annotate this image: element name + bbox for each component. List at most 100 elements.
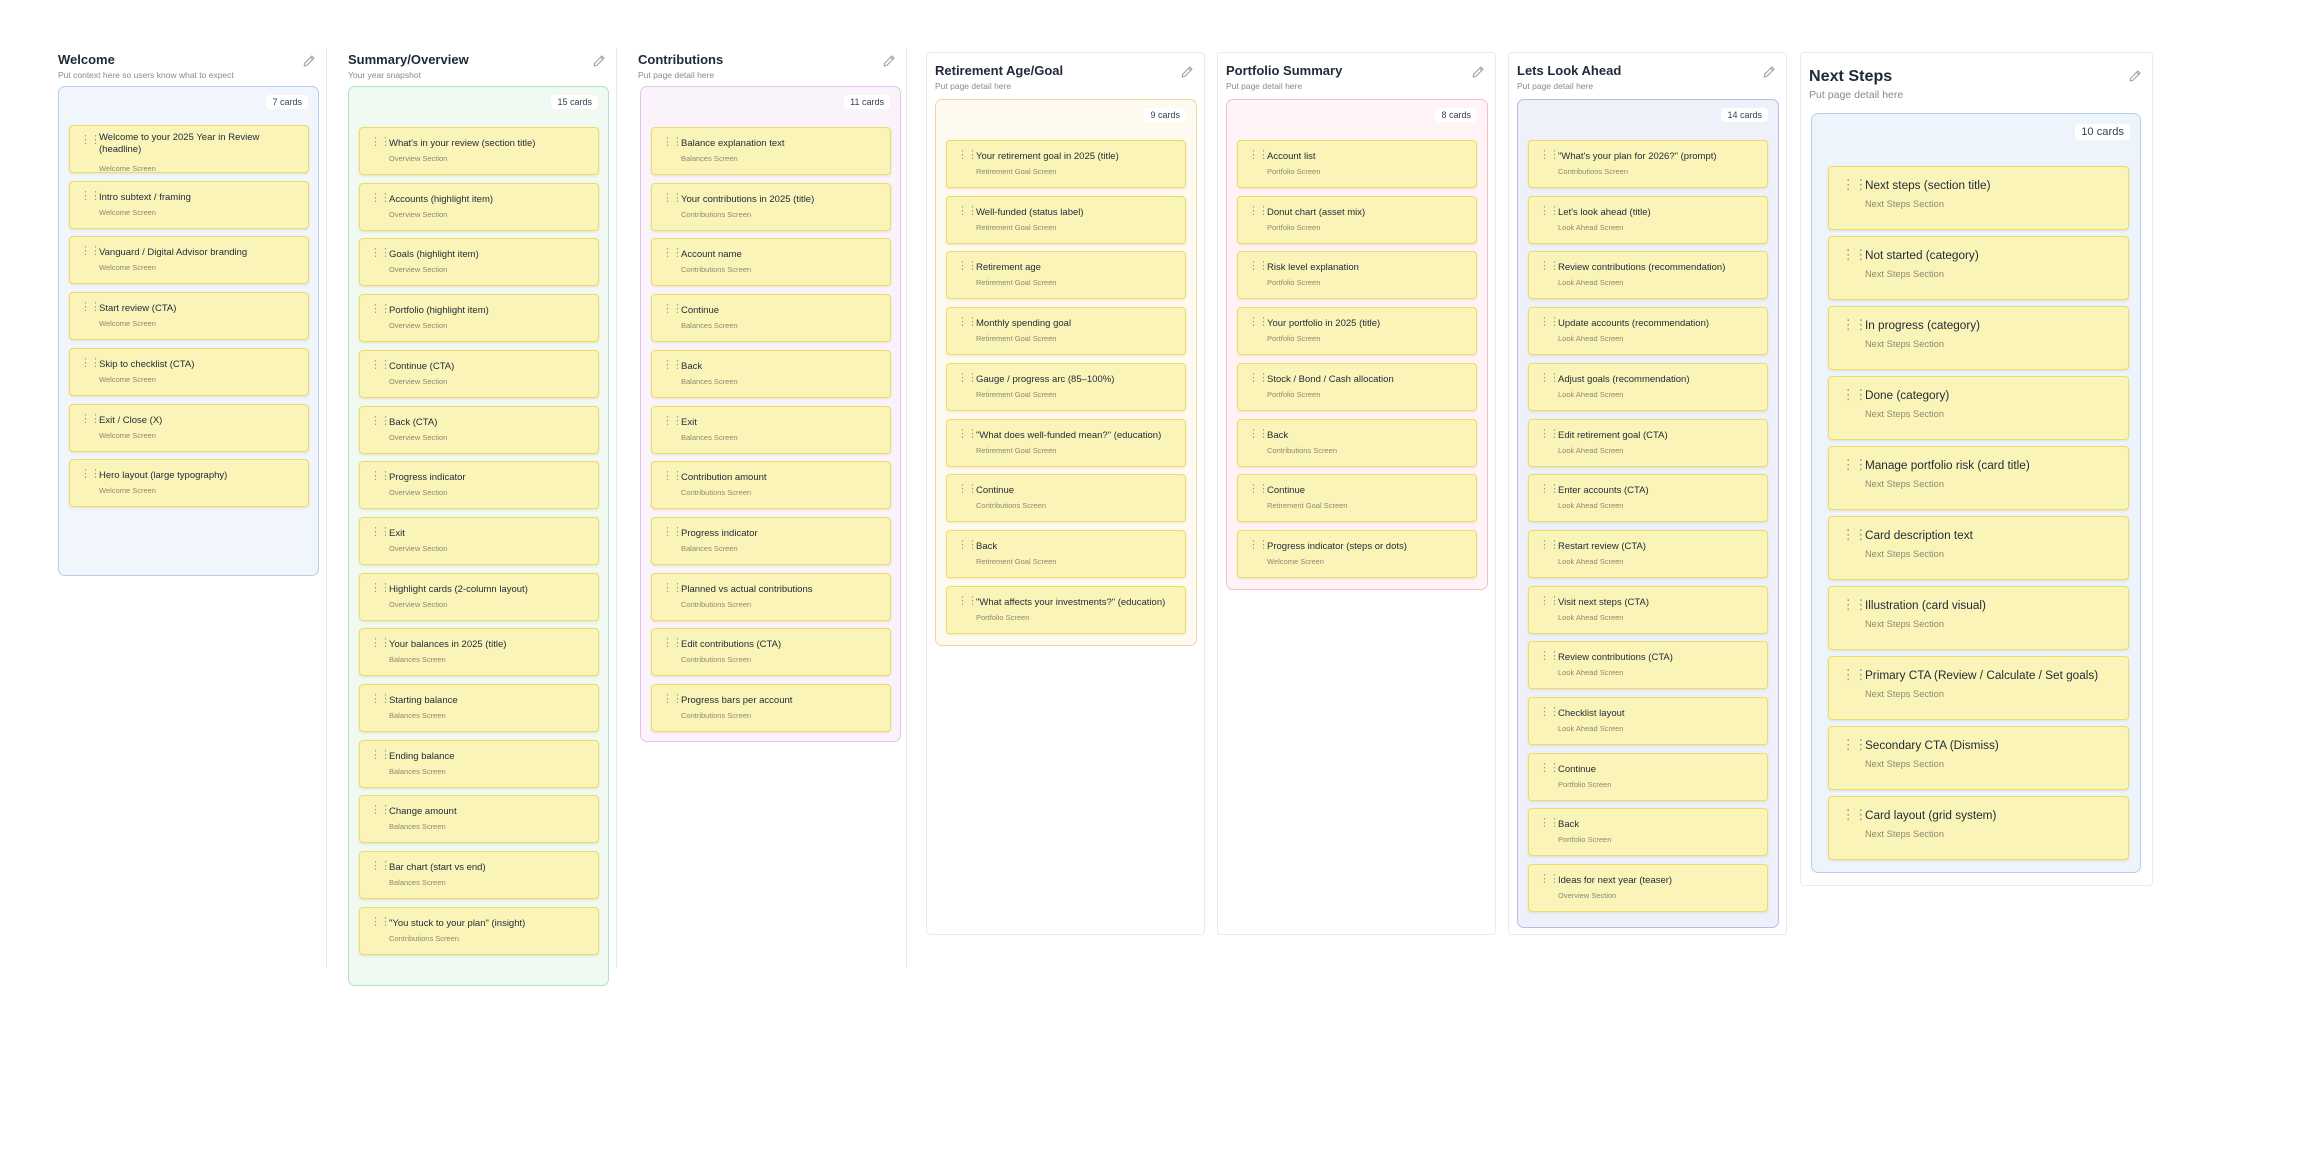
drag-handle-icon[interactable]: ⋮⋮ [957, 539, 978, 551]
drag-handle-icon[interactable]: ⋮⋮ [370, 471, 391, 482]
pencil-icon[interactable] [1762, 65, 1776, 79]
card[interactable]: ⋮⋮ Goals (highlight item) Overview Section [359, 238, 599, 287]
card[interactable]: ⋮⋮ Bar chart (start vs end) Balances Scree… [359, 851, 599, 900]
drag-handle-icon[interactable]: ⋮⋮ [370, 526, 391, 538]
drag-handle-icon[interactable]: ⋮⋮ [662, 359, 683, 371]
card[interactable]: ⋮⋮ "What's your plan for 2026?" (prompt) C… [1528, 140, 1768, 188]
card[interactable]: ⋮⋮ "What affects your investments?" (educ… [946, 585, 1186, 634]
drag-handle-icon[interactable]: ⋮⋮ [662, 582, 683, 594]
card[interactable]: ⋮⋮ Continue Balances Screen [651, 294, 891, 343]
card[interactable]: ⋮⋮ Donut chart (asset mix) Portfolio Scree… [1237, 195, 1477, 244]
card[interactable]: ⋮⋮ Your balances in 2025 (title) Balances … [359, 628, 599, 677]
card[interactable]: ⋮⋮ What's in your review (section title) O… [359, 127, 599, 175]
drag-handle-icon[interactable]: ⋮⋮ [80, 190, 101, 202]
card[interactable]: ⋮⋮ Continue (CTA) Overview Section [359, 349, 599, 398]
drag-handle-icon[interactable]: ⋮⋮ [1539, 874, 1560, 885]
drag-handle-icon[interactable]: ⋮⋮ [370, 415, 391, 427]
drag-handle-icon[interactable]: ⋮⋮ [370, 359, 391, 371]
drag-handle-icon[interactable]: ⋮⋮ [1841, 668, 1867, 682]
drag-handle-icon[interactable]: ⋮⋮ [80, 135, 101, 146]
drag-handle-icon[interactable]: ⋮⋮ [1539, 372, 1560, 384]
card[interactable]: ⋮⋮ Welcome to your 2025 Year in Review (h… [69, 125, 309, 173]
card[interactable]: ⋮⋮ Accounts (highlight item) Overview Sect… [359, 182, 599, 231]
drag-handle-icon[interactable]: ⋮⋮ [370, 582, 391, 594]
card[interactable]: ⋮⋮ Progress bars per account Contributions… [651, 684, 891, 732]
drag-handle-icon[interactable]: ⋮⋮ [1841, 598, 1867, 612]
drag-handle-icon[interactable]: ⋮⋮ [957, 484, 978, 495]
drag-handle-icon[interactable]: ⋮⋮ [1539, 317, 1560, 328]
drag-handle-icon[interactable]: ⋮⋮ [957, 150, 978, 161]
card[interactable]: ⋮⋮ Retirement age Retirement Goal Screen [946, 251, 1186, 300]
drag-handle-icon[interactable]: ⋮⋮ [1539, 484, 1560, 495]
drag-handle-icon[interactable]: ⋮⋮ [1841, 458, 1867, 472]
drag-handle-icon[interactable]: ⋮⋮ [662, 526, 683, 538]
drag-handle-icon[interactable]: ⋮⋮ [1539, 205, 1560, 217]
card[interactable]: ⋮⋮ Done (category) Next Steps Section [1828, 376, 2129, 440]
drag-handle-icon[interactable]: ⋮⋮ [1841, 808, 1867, 822]
drag-handle-icon[interactable]: ⋮⋮ [1248, 484, 1269, 495]
card[interactable]: ⋮⋮ Back Retirement Goal Screen [946, 529, 1186, 578]
drag-handle-icon[interactable]: ⋮⋮ [370, 248, 391, 259]
card[interactable]: ⋮⋮ Manage portfolio risk (card title) Next… [1828, 446, 2129, 510]
drag-handle-icon[interactable]: ⋮⋮ [80, 357, 101, 369]
card[interactable]: ⋮⋮ Next steps (section title) Next Steps S… [1828, 166, 2129, 230]
card[interactable]: ⋮⋮ Exit Balances Screen [651, 405, 891, 454]
card[interactable]: ⋮⋮ Restart review (CTA) Look Ahead Screen [1528, 529, 1768, 578]
drag-handle-icon[interactable]: ⋮⋮ [370, 638, 391, 649]
card[interactable]: ⋮⋮ Start review (CTA) Welcome Screen [69, 292, 309, 341]
card[interactable]: ⋮⋮ Continue Portfolio Screen [1528, 752, 1768, 801]
card[interactable]: ⋮⋮ Card layout (grid system) Next Steps Se… [1828, 796, 2129, 860]
card[interactable]: ⋮⋮ Account list Portfolio Screen [1237, 140, 1477, 188]
drag-handle-icon[interactable]: ⋮⋮ [370, 137, 391, 148]
pencil-icon[interactable] [882, 54, 896, 68]
drag-handle-icon[interactable]: ⋮⋮ [662, 137, 683, 148]
card[interactable]: ⋮⋮ Vanguard / Digital Advisor branding Wel… [69, 236, 309, 285]
pencil-icon[interactable] [1180, 65, 1194, 79]
card[interactable]: ⋮⋮ Skip to checklist (CTA) Welcome Screen [69, 347, 309, 396]
drag-handle-icon[interactable]: ⋮⋮ [1248, 261, 1269, 272]
card[interactable]: ⋮⋮ Change amount Balances Screen [359, 795, 599, 844]
card[interactable]: ⋮⋮ Gauge / progress arc (85–100%) Retireme… [946, 362, 1186, 411]
card[interactable]: ⋮⋮ Balance explanation text Balances Scree… [651, 127, 891, 175]
drag-handle-icon[interactable]: ⋮⋮ [1539, 651, 1560, 662]
drag-handle-icon[interactable]: ⋮⋮ [1841, 178, 1867, 192]
drag-handle-icon[interactable]: ⋮⋮ [662, 304, 683, 315]
drag-handle-icon[interactable]: ⋮⋮ [1841, 528, 1867, 542]
drag-handle-icon[interactable]: ⋮⋮ [1841, 248, 1867, 262]
card[interactable]: ⋮⋮ Contribution amount Contributions Scree… [651, 461, 891, 510]
card[interactable]: ⋮⋮ Ending balance Balances Screen [359, 739, 599, 788]
card[interactable]: ⋮⋮ Your contributions in 2025 (title) Cont… [651, 182, 891, 231]
drag-handle-icon[interactable]: ⋮⋮ [1539, 762, 1560, 774]
drag-handle-icon[interactable]: ⋮⋮ [1539, 261, 1560, 272]
drag-handle-icon[interactable]: ⋮⋮ [370, 192, 391, 204]
card[interactable]: ⋮⋮ Ideas for next year (teaser) Overview S… [1528, 864, 1768, 913]
card[interactable]: ⋮⋮ Review contributions (recommendation) L… [1528, 251, 1768, 300]
card[interactable]: ⋮⋮ Continue Retirement Goal Screen [1237, 474, 1477, 523]
card[interactable]: ⋮⋮ Progress indicator Overview Section [359, 461, 599, 510]
card[interactable]: ⋮⋮ Highlight cards (2-column layout) Overv… [359, 572, 599, 621]
card[interactable]: ⋮⋮ Back Portfolio Screen [1528, 808, 1768, 857]
card[interactable]: ⋮⋮ Starting balance Balances Screen [359, 684, 599, 732]
pencil-icon[interactable] [592, 54, 606, 68]
drag-handle-icon[interactable]: ⋮⋮ [957, 372, 978, 384]
card[interactable]: ⋮⋮ Hero layout (large typography) Welcome … [69, 459, 309, 508]
drag-handle-icon[interactable]: ⋮⋮ [1248, 317, 1269, 328]
pencil-icon[interactable] [2128, 69, 2142, 83]
card[interactable]: ⋮⋮ Intro subtext / framing Welcome Screen [69, 180, 309, 229]
drag-handle-icon[interactable]: ⋮⋮ [957, 317, 978, 328]
card[interactable]: ⋮⋮ Portfolio (highlight item) Overview Sec… [359, 294, 599, 343]
drag-handle-icon[interactable]: ⋮⋮ [1539, 539, 1560, 551]
card[interactable]: ⋮⋮ Progress indicator Balances Screen [651, 516, 891, 565]
card[interactable]: ⋮⋮ Secondary CTA (Dismiss) Next Steps Sect… [1828, 726, 2129, 790]
card[interactable]: ⋮⋮ Edit contributions (CTA) Contributions … [651, 628, 891, 677]
drag-handle-icon[interactable]: ⋮⋮ [662, 192, 683, 204]
card[interactable]: ⋮⋮ Planned vs actual contributions Contrib… [651, 572, 891, 621]
card[interactable]: ⋮⋮ Not started (category) Next Steps Secti… [1828, 236, 2129, 300]
drag-handle-icon[interactable]: ⋮⋮ [1539, 707, 1560, 718]
card[interactable]: ⋮⋮ Visit next steps (CTA) Look Ahead Scree… [1528, 585, 1768, 634]
pencil-icon[interactable] [1471, 65, 1485, 79]
drag-handle-icon[interactable]: ⋮⋮ [1248, 205, 1269, 217]
drag-handle-icon[interactable]: ⋮⋮ [957, 595, 978, 607]
card[interactable]: ⋮⋮ Continue Contributions Screen [946, 474, 1186, 523]
card[interactable]: ⋮⋮ Account name Contributions Screen [651, 238, 891, 287]
